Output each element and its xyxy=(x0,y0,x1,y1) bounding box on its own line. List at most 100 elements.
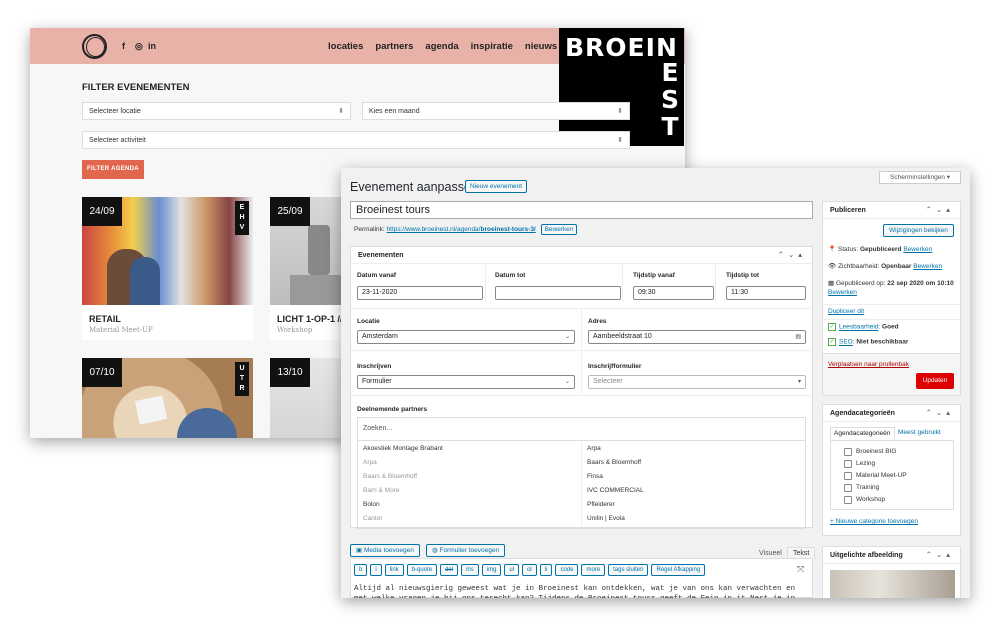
qt-del[interactable]: del xyxy=(440,564,459,576)
month-select[interactable]: Kies een maand ⬍ xyxy=(362,102,630,120)
form-label: Inschrijfformulier xyxy=(588,363,642,370)
qt-link[interactable]: link xyxy=(384,564,404,576)
published-edit-link[interactable]: Bewerken xyxy=(828,289,857,296)
partner-selected[interactable]: IVC COMMERCIAL xyxy=(582,484,806,498)
post-title-input[interactable]: Broeinest tours xyxy=(350,201,813,219)
menu-item-nieuws[interactable]: nieuws xyxy=(525,41,557,52)
duplicate-row: Dupliceer dit xyxy=(828,308,864,315)
event-date: 13/10 xyxy=(270,358,310,387)
partner-option[interactable]: Cantor xyxy=(358,512,581,526)
metabox-controls-icon[interactable]: ⌃⌄▴ xyxy=(778,250,806,259)
move-to-trash-link[interactable]: Verplaatsen naar prullenbak xyxy=(828,361,909,368)
tab-all-categories[interactable]: Agendacategorieën xyxy=(830,427,895,440)
event-card[interactable]: 07/10 U T R xyxy=(82,358,253,438)
category-checkbox[interactable] xyxy=(844,448,852,456)
visibility-edit-link[interactable]: Bewerken xyxy=(913,263,942,270)
tag-letter: V xyxy=(239,224,245,231)
add-category-link[interactable]: + Nieuwe categorie toevoegen xyxy=(830,518,918,525)
event-card[interactable]: 24/09 E H V RETAIL Material Meet-UP xyxy=(82,197,253,340)
partner-selected[interactable]: Pfleiderer xyxy=(582,498,806,512)
time-from-input[interactable]: 09:30 xyxy=(633,286,714,300)
menu-item-partners[interactable]: partners xyxy=(375,41,413,52)
qt-img[interactable]: img xyxy=(481,564,502,576)
location-select[interactable]: Amsterdam ⌄ xyxy=(357,330,575,344)
partner-option[interactable]: Akoestiek Montage Brabant xyxy=(358,442,581,456)
instagram-icon[interactable]: ◎ xyxy=(135,41,143,52)
registration-select[interactable]: Formulier ⌄ xyxy=(357,375,575,389)
activity-select-value: Selecteer activiteit xyxy=(89,137,146,144)
partner-selected[interactable]: Finsa xyxy=(582,470,806,484)
partners-multiselect: Zoeken... Akoestiek Montage Brabant Arpa… xyxy=(357,417,806,529)
edit-permalink-button[interactable]: Bewerken xyxy=(540,224,578,235)
categories-title: Agendacategorieën xyxy=(830,410,895,417)
menu-item-locaties[interactable]: locaties xyxy=(328,41,363,52)
metabox-controls-icon[interactable]: ⌃⌄▴ xyxy=(926,408,954,417)
editor-text[interactable]: Altijd al nieuwsgierig geweest wat je in… xyxy=(354,584,804,598)
qt-ins[interactable]: ins xyxy=(461,564,479,576)
date-to-input[interactable] xyxy=(495,286,621,300)
qt-ol[interactable]: ol xyxy=(522,564,537,576)
metabox-controls-icon[interactable]: ⌃⌄▴ xyxy=(926,205,954,214)
category-label: Training xyxy=(856,484,880,491)
permalink-link[interactable]: https://www.broeinest.nl/agenda/broeines… xyxy=(387,226,536,233)
form-select[interactable]: Selecteer ▾ xyxy=(588,375,806,389)
add-media-button[interactable]: ▣ Media toevoegen xyxy=(350,544,420,557)
preview-changes-button[interactable]: Wijzigingen bekijken xyxy=(883,224,954,237)
qt-line-break[interactable]: Regel Afkapping xyxy=(651,564,706,576)
seo-link[interactable]: SEO xyxy=(839,339,853,346)
qt-italic[interactable]: i xyxy=(370,564,382,576)
new-event-button[interactable]: Nieuw evenement xyxy=(465,180,528,193)
brand-logo[interactable]: BROEIN E S T xyxy=(559,28,684,146)
partner-selected[interactable]: Baars & Bloemhoff xyxy=(582,456,806,470)
partners-search-input[interactable]: Zoeken... xyxy=(358,418,805,441)
partner-option[interactable]: Arpa xyxy=(358,456,581,470)
time-to-input[interactable]: 11:30 xyxy=(726,286,806,300)
add-form-button[interactable]: ◍ Formulier toevoegen xyxy=(426,544,506,557)
quicktags-toolbar: b i link b-quote del ins img ul ol li co… xyxy=(354,564,706,576)
partner-option[interactable]: Bolon xyxy=(358,498,581,512)
qt-bold[interactable]: b xyxy=(354,564,368,576)
qt-ul[interactable]: ul xyxy=(504,564,520,576)
qt-more[interactable]: more xyxy=(581,564,606,576)
address-input[interactable]: Aambeeldstraat 10 ▤ xyxy=(588,330,806,344)
partners-selected-list: Arpa Baars & Bloemhoff Finsa IVC COMMERC… xyxy=(582,442,806,526)
category-checkbox[interactable] xyxy=(844,496,852,504)
date-from-input[interactable]: 23-11-2020 xyxy=(357,286,483,300)
date-to-label: Datum tot xyxy=(495,272,526,279)
readability-link[interactable]: Leesbaarheid xyxy=(839,324,878,331)
duplicate-link[interactable]: Dupliceer dit xyxy=(828,308,864,315)
category-checkbox[interactable] xyxy=(844,460,852,468)
readability-value: Goed xyxy=(882,323,899,331)
facebook-icon[interactable]: f xyxy=(122,41,125,51)
activity-select[interactable]: Selecteer activiteit ⬍ xyxy=(82,131,630,149)
seo-value: Niet beschikbaar xyxy=(856,338,909,346)
event-date: 24/09 xyxy=(82,197,122,226)
calendar-icon: ▦ xyxy=(828,280,836,287)
category-checkbox[interactable] xyxy=(844,484,852,492)
filter-title: FILTER EVENEMENTEN xyxy=(82,82,190,93)
main-menu: locaties partners agenda inspiratie nieu… xyxy=(328,41,557,52)
menu-item-inspiratie[interactable]: inspiratie xyxy=(471,41,513,52)
screen-options-button[interactable]: Scherminstellingen ▾ xyxy=(879,171,961,184)
partner-option[interactable]: Baars & Bloemhoff xyxy=(358,470,581,484)
event-title: RETAIL xyxy=(89,314,121,324)
partner-option[interactable]: Barri & More xyxy=(358,484,581,498)
qt-li[interactable]: li xyxy=(539,564,553,576)
filter-agenda-button[interactable]: FILTER AGENDA xyxy=(82,160,144,179)
partner-selected[interactable]: Arpa xyxy=(582,442,806,456)
qt-close-tags[interactable]: tags sluiten xyxy=(608,564,649,576)
featured-image-thumbnail[interactable] xyxy=(830,570,955,598)
qt-code[interactable]: code xyxy=(555,564,579,576)
status-edit-link[interactable]: Bewerken xyxy=(903,246,932,253)
menu-item-agenda[interactable]: agenda xyxy=(425,41,458,52)
tab-most-used[interactable]: Meest gebruikt xyxy=(898,429,941,436)
partner-selected[interactable]: Unilin | Evola xyxy=(582,512,806,526)
linkedin-icon[interactable]: in xyxy=(148,41,156,51)
fullscreen-icon[interactable]: ⤧ xyxy=(797,564,804,575)
update-button[interactable]: Updaten xyxy=(916,373,954,389)
metabox-controls-icon[interactable]: ⌃⌄▴ xyxy=(926,550,954,559)
qt-bquote[interactable]: b-quote xyxy=(406,564,438,576)
location-select[interactable]: Selecteer locatie ⬍ xyxy=(82,102,351,120)
site-logo-icon[interactable] xyxy=(82,34,107,59)
category-checkbox[interactable] xyxy=(844,472,852,480)
